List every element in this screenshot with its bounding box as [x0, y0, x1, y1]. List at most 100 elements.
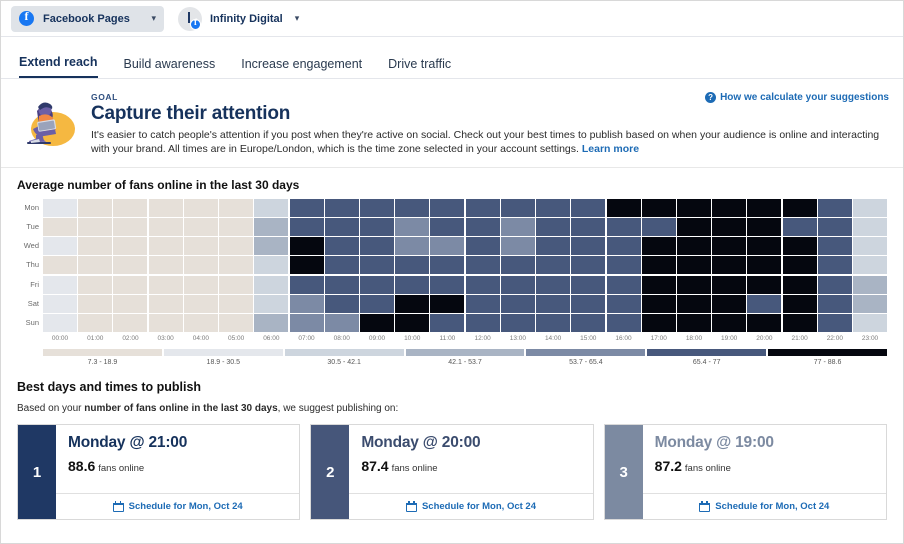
heatmap-cell[interactable]: [818, 237, 852, 255]
learn-more-link[interactable]: Learn more: [582, 143, 639, 155]
heatmap-cell[interactable]: [642, 237, 676, 255]
heatmap-cell[interactable]: [536, 218, 570, 236]
heatmap-cell[interactable]: [818, 256, 852, 274]
heatmap-cell[interactable]: [607, 295, 641, 313]
heatmap-cell[interactable]: [254, 237, 288, 255]
heatmap-cell[interactable]: [747, 256, 781, 274]
heatmap-cell[interactable]: [149, 276, 183, 294]
heatmap-cell[interactable]: [536, 237, 570, 255]
heatmap-cell[interactable]: [712, 276, 746, 294]
heatmap-cell[interactable]: [607, 256, 641, 274]
heatmap-cell[interactable]: [783, 199, 817, 217]
heatmap-cell[interactable]: [113, 237, 147, 255]
heatmap-cell[interactable]: [747, 314, 781, 332]
heatmap-cell[interactable]: [501, 218, 535, 236]
heatmap-cell[interactable]: [712, 237, 746, 255]
heatmap-cell[interactable]: [395, 218, 429, 236]
heatmap-cell[interactable]: [395, 256, 429, 274]
heatmap-cell[interactable]: [113, 218, 147, 236]
heatmap-cell[interactable]: [290, 199, 324, 217]
heatmap-cell[interactable]: [783, 256, 817, 274]
heatmap-cell[interactable]: [677, 199, 711, 217]
heatmap-cell[interactable]: [607, 199, 641, 217]
heatmap-cell[interactable]: [184, 218, 218, 236]
heatmap-cell[interactable]: [466, 256, 500, 274]
heatmap-cell[interactable]: [113, 295, 147, 313]
tab-build-awareness[interactable]: Build awareness: [124, 57, 216, 78]
heatmap-cell[interactable]: [853, 199, 887, 217]
heatmap-cell[interactable]: [430, 199, 464, 217]
heatmap-cell[interactable]: [78, 199, 112, 217]
heatmap-cell[interactable]: [325, 314, 359, 332]
heatmap-cell[interactable]: [430, 256, 464, 274]
heatmap-cell[interactable]: [783, 218, 817, 236]
heatmap-cell[interactable]: [290, 256, 324, 274]
heatmap-cell[interactable]: [466, 199, 500, 217]
tab-increase-engagement[interactable]: Increase engagement: [241, 57, 362, 78]
heatmap-cell[interactable]: [466, 237, 500, 255]
heatmap-cell[interactable]: [149, 199, 183, 217]
heatmap-cell[interactable]: [536, 199, 570, 217]
heatmap-cell[interactable]: [43, 199, 77, 217]
heatmap-cell[interactable]: [818, 218, 852, 236]
tab-extend-reach[interactable]: Extend reach: [19, 55, 98, 78]
heatmap-cell[interactable]: [43, 256, 77, 274]
heatmap-cell[interactable]: [501, 199, 535, 217]
heatmap-cell[interactable]: [254, 199, 288, 217]
heatmap-cell[interactable]: [290, 218, 324, 236]
tab-drive-traffic[interactable]: Drive traffic: [388, 57, 451, 78]
heatmap-cell[interactable]: [219, 276, 253, 294]
heatmap-cell[interactable]: [430, 237, 464, 255]
heatmap-cell[interactable]: [430, 218, 464, 236]
heatmap-cell[interactable]: [536, 314, 570, 332]
schedule-button[interactable]: Schedule for Mon, Oct 24: [643, 493, 886, 519]
heatmap-cell[interactable]: [501, 237, 535, 255]
heatmap-cell[interactable]: [747, 276, 781, 294]
heatmap-cell[interactable]: [254, 276, 288, 294]
heatmap-cell[interactable]: [571, 295, 605, 313]
heatmap-cell[interactable]: [571, 276, 605, 294]
heatmap-cell[interactable]: [219, 295, 253, 313]
heatmap-cell[interactable]: [360, 276, 394, 294]
heatmap-cell[interactable]: [325, 237, 359, 255]
heatmap-cell[interactable]: [607, 276, 641, 294]
heatmap-cell[interactable]: [853, 237, 887, 255]
heatmap-cell[interactable]: [43, 314, 77, 332]
heatmap-cell[interactable]: [430, 314, 464, 332]
heatmap-cell[interactable]: [677, 295, 711, 313]
heatmap-cell[interactable]: [184, 295, 218, 313]
heatmap-cell[interactable]: [290, 276, 324, 294]
heatmap-cell[interactable]: [78, 256, 112, 274]
heatmap-cell[interactable]: [642, 276, 676, 294]
heatmap-cell[interactable]: [325, 218, 359, 236]
heatmap-cell[interactable]: [712, 295, 746, 313]
heatmap-cell[interactable]: [113, 314, 147, 332]
heatmap-cell[interactable]: [712, 256, 746, 274]
heatmap-cell[interactable]: [642, 314, 676, 332]
heatmap-cell[interactable]: [536, 256, 570, 274]
heatmap-cell[interactable]: [571, 237, 605, 255]
heatmap-cell[interactable]: [184, 199, 218, 217]
heatmap-cell[interactable]: [571, 218, 605, 236]
heatmap-cell[interactable]: [219, 314, 253, 332]
heatmap-cell[interactable]: [254, 256, 288, 274]
heatmap-cell[interactable]: [78, 295, 112, 313]
heatmap-cell[interactable]: [677, 218, 711, 236]
heatmap-cell[interactable]: [607, 218, 641, 236]
heatmap-cell[interactable]: [360, 237, 394, 255]
heatmap-cell[interactable]: [501, 276, 535, 294]
heatmap-cell[interactable]: [254, 295, 288, 313]
heatmap-cell[interactable]: [501, 256, 535, 274]
heatmap-cell[interactable]: [642, 199, 676, 217]
heatmap-cell[interactable]: [395, 237, 429, 255]
heatmap-cell[interactable]: [712, 218, 746, 236]
heatmap-cell[interactable]: [78, 276, 112, 294]
heatmap-cell[interactable]: [747, 295, 781, 313]
heatmap-cell[interactable]: [571, 314, 605, 332]
heatmap-cell[interactable]: [818, 314, 852, 332]
heatmap-cell[interactable]: [783, 295, 817, 313]
heatmap-cell[interactable]: [818, 199, 852, 217]
heatmap-cell[interactable]: [466, 218, 500, 236]
heatmap-cell[interactable]: [747, 237, 781, 255]
heatmap-cell[interactable]: [853, 256, 887, 274]
